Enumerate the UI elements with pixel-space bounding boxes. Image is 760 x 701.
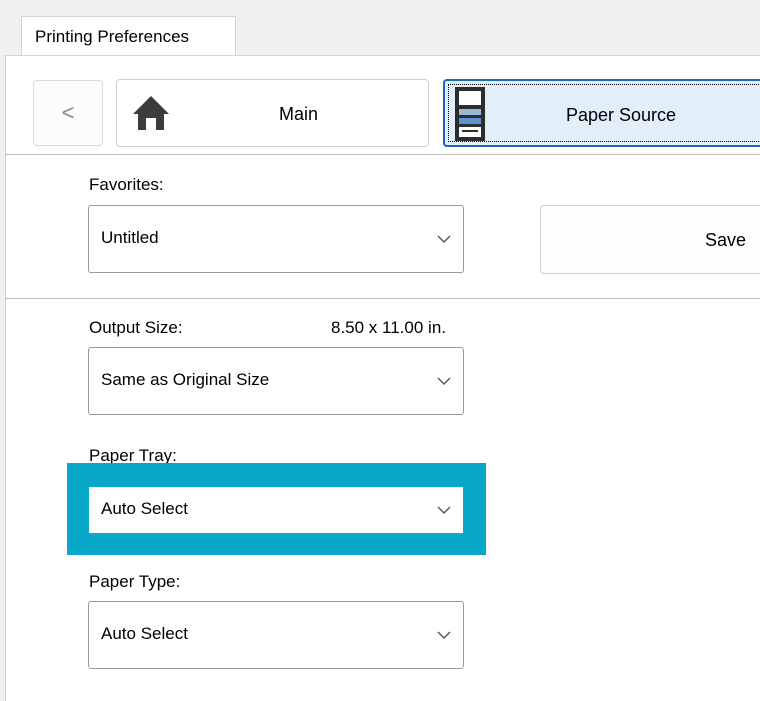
chevron-down-icon	[437, 235, 451, 243]
save-button[interactable]: Save	[540, 205, 760, 274]
paper-source-button[interactable]: Paper Source	[443, 79, 760, 147]
divider	[5, 154, 760, 155]
tab-printing-preferences[interactable]: Printing Preferences	[21, 16, 236, 56]
save-label: Save	[705, 230, 747, 250]
paper-type-dropdown[interactable]: Auto Select	[88, 601, 464, 669]
paper-type-value: Auto Select	[101, 624, 188, 643]
divider	[5, 298, 760, 299]
favorites-label: Favorites:	[89, 175, 164, 194]
paper-tray-value: Auto Select	[101, 499, 188, 518]
output-size-dropdown[interactable]: Same as Original Size	[88, 347, 464, 415]
main-label: Main	[279, 104, 319, 124]
main-tab-button[interactable]: Main	[116, 79, 429, 147]
tab-label: Printing Preferences	[35, 27, 190, 46]
output-size-value: Same as Original Size	[101, 370, 270, 389]
output-size-dimension: 8.50 x 11.00 in.	[331, 318, 446, 337]
chevron-down-icon	[437, 631, 451, 639]
favorites-dropdown[interactable]: Untitled	[88, 205, 464, 273]
output-size-label: Output Size:	[89, 318, 183, 337]
printer-paper-icon	[455, 87, 485, 141]
back-label: <	[61, 100, 75, 125]
chevron-down-icon	[437, 377, 451, 385]
paper-tray-dropdown[interactable]: Auto Select	[89, 487, 463, 533]
paper-source-label: Paper Source	[566, 105, 677, 125]
chevron-down-icon	[437, 506, 451, 514]
favorites-value: Untitled	[101, 228, 159, 247]
home-icon	[133, 96, 169, 130]
paper-type-label: Paper Type:	[89, 572, 181, 591]
back-button[interactable]: <	[33, 80, 103, 146]
